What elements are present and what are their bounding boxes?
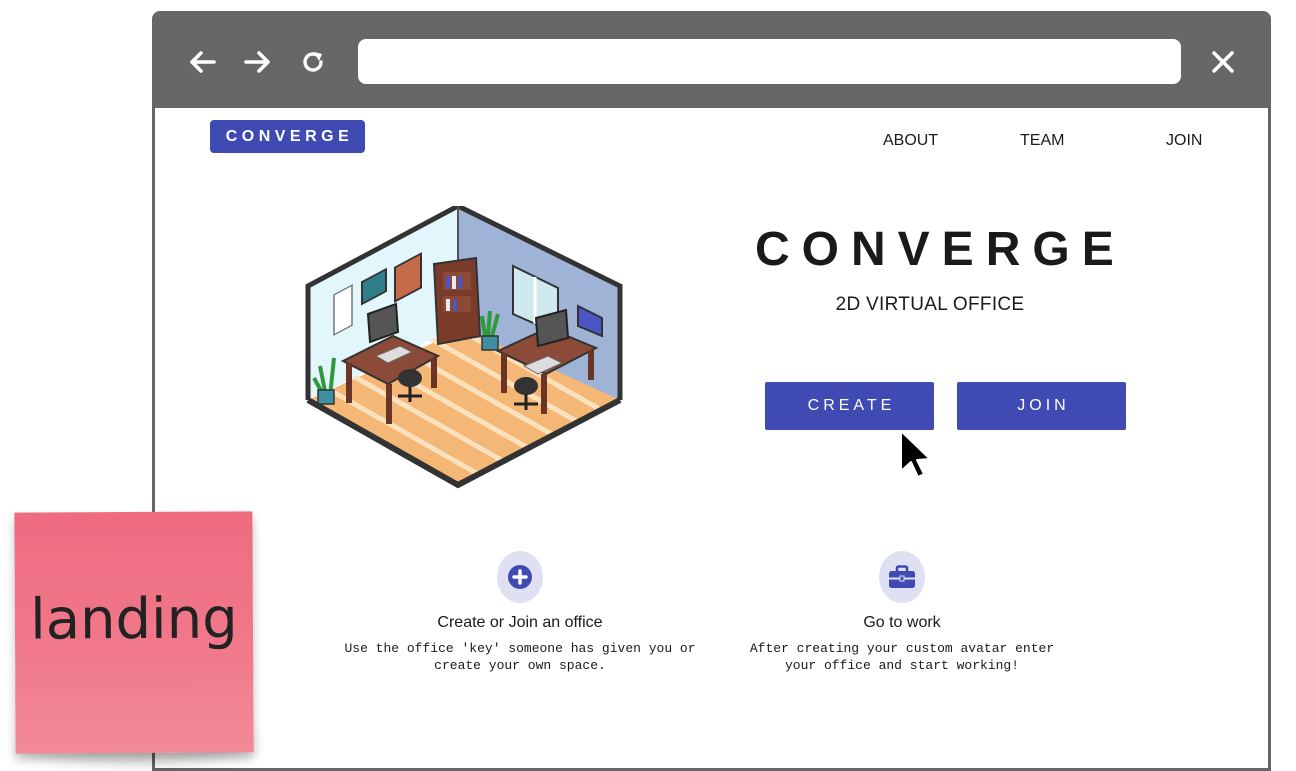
sticky-note-text: landing <box>29 586 238 653</box>
plus-circle-icon <box>497 551 543 603</box>
address-bar[interactable] <box>358 39 1181 84</box>
mouse-cursor-icon <box>900 430 931 478</box>
feature-desc-work-line2: your office and start working! <box>784 658 1020 673</box>
browser-window: CONVERGE ABOUT TEAM JOIN CONVERGE 2D VIR… <box>152 11 1271 771</box>
browser-toolbar <box>155 14 1268 108</box>
office-illustration <box>305 206 623 489</box>
nav-team[interactable]: TEAM <box>1020 132 1064 150</box>
arrow-left-icon[interactable] <box>184 44 220 80</box>
join-button[interactable]: JOIN <box>957 382 1126 430</box>
arrow-right-icon[interactable] <box>240 44 276 80</box>
landing-page: CONVERGE ABOUT TEAM JOIN CONVERGE 2D VIR… <box>155 108 1268 768</box>
feature-desc-work: After creating your custom avatar enter … <box>737 640 1067 674</box>
logo[interactable]: CONVERGE <box>210 120 365 153</box>
nav-about[interactable]: ABOUT <box>883 132 938 150</box>
hero-subtitle: 2D VIRTUAL OFFICE <box>835 294 1025 315</box>
create-button[interactable]: CREATE <box>765 382 934 430</box>
briefcase-icon <box>879 551 925 603</box>
feature-desc-create-line1: Use the office 'key' someone has given y… <box>344 641 696 656</box>
feature-desc-create-line2: create your own space. <box>434 658 606 673</box>
close-icon[interactable] <box>1205 44 1241 80</box>
sticky-note: landing <box>14 511 254 754</box>
feature-desc-work-line1: After creating your custom avatar enter <box>749 641 1055 656</box>
reload-icon[interactable] <box>295 44 331 80</box>
feature-title-create: Create or Join an office <box>437 614 603 631</box>
feature-title-work: Go to work <box>863 614 941 631</box>
nav-join[interactable]: JOIN <box>1166 132 1202 150</box>
feature-desc-create: Use the office 'key' someone has given y… <box>340 640 700 674</box>
hero-title: CONVERGE <box>755 223 1126 276</box>
